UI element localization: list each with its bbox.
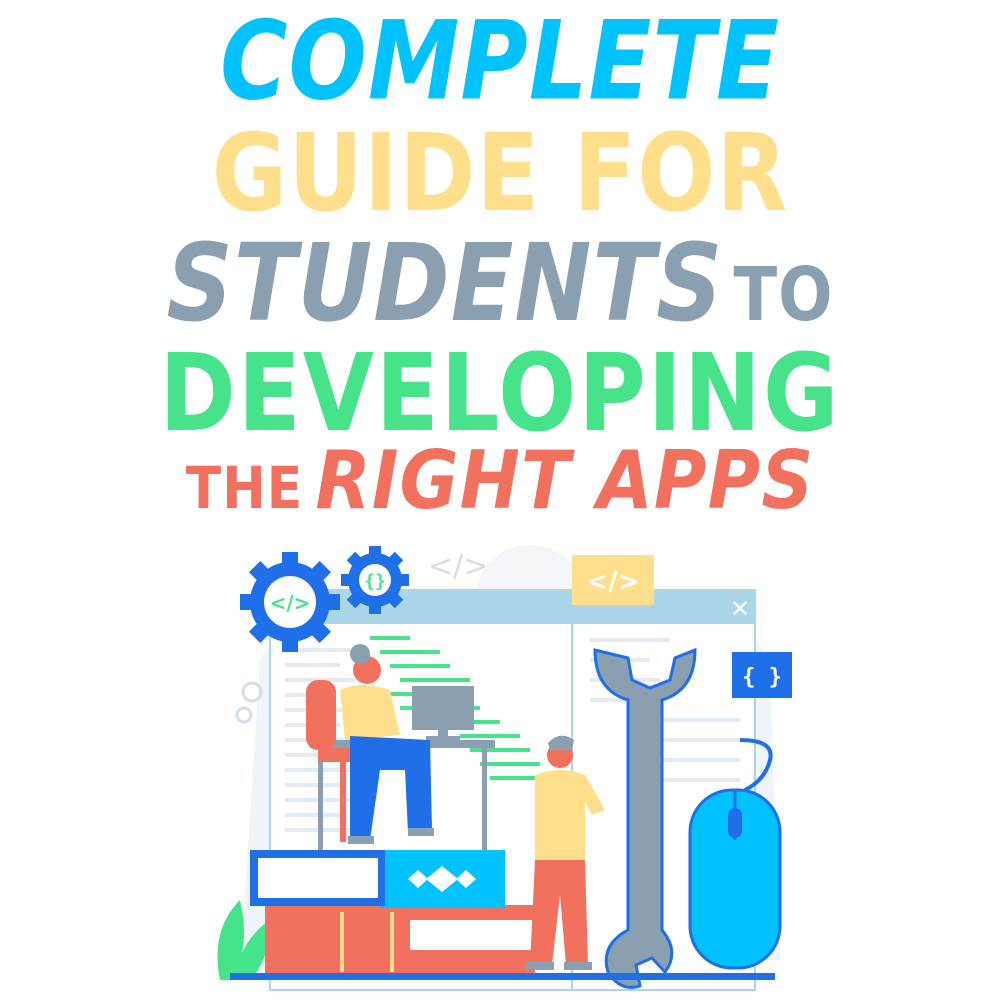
title-words-right-apps: RIGHT APPS: [315, 432, 815, 528]
code-tag-gear-icon: </>: [270, 591, 311, 615]
title-word-students: STUDENTS: [166, 221, 724, 346]
gear-large-icon: </>: [240, 552, 340, 652]
floor-line: [230, 973, 775, 980]
title-line-students-to: STUDENTS TO: [0, 230, 1000, 339]
brace-gear-icon: {}: [364, 571, 386, 592]
brace-icon: { }: [742, 665, 782, 690]
title-line-guide-for: GUIDE FOR: [211, 111, 789, 236]
gear-small-icon: {}: [341, 546, 409, 614]
title-word-the: THE: [185, 455, 304, 523]
books-stack: [250, 850, 540, 975]
title-word-to: TO: [733, 252, 834, 339]
title-block: COMPLETE GUIDE FOR STUDENTS TO DEVELOPING…: [0, 0, 1000, 520]
title-line-the-right-apps: THE RIGHT APPS: [0, 440, 1000, 521]
code-badge-top: </>: [572, 555, 654, 605]
close-icon: ✕: [730, 595, 750, 623]
developer-illustration: ✕ </> </> </> {} {}: [200, 540, 800, 1000]
code-tag-icon: </>: [586, 567, 639, 597]
brace-badge: { }: [732, 652, 792, 698]
title-line-developing: DEVELOPING: [159, 331, 841, 456]
code-tag-faint-icon: </>: [428, 549, 488, 584]
title-line-complete: COMPLETE: [220, 0, 780, 125]
